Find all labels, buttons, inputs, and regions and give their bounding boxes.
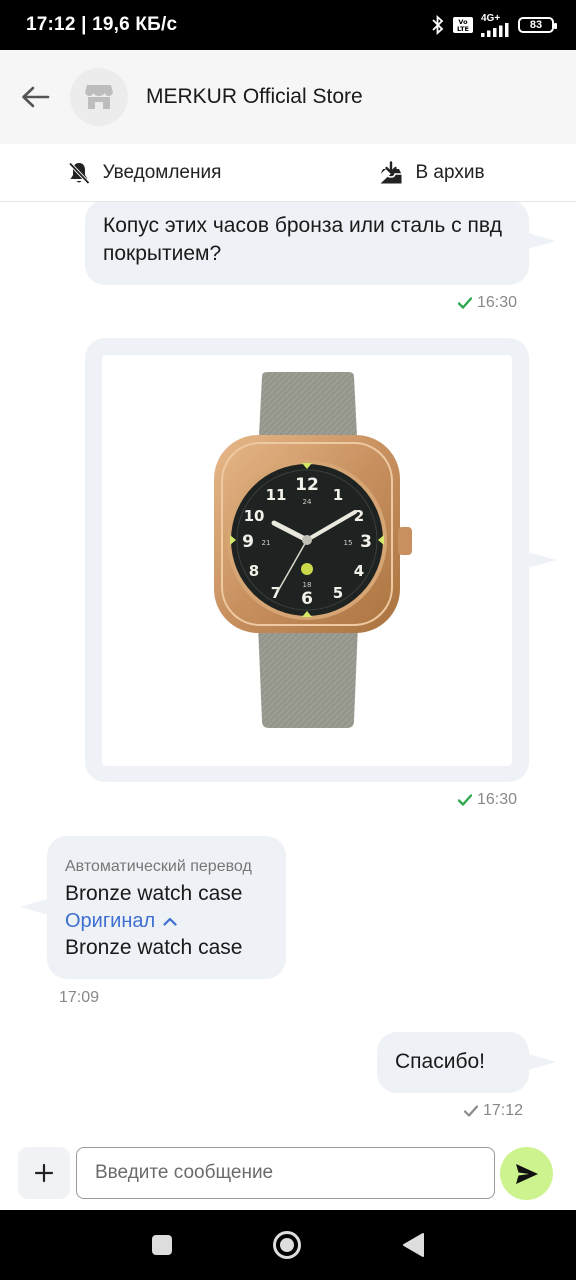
bubble-tail bbox=[528, 552, 556, 568]
recents-button[interactable] bbox=[147, 1230, 177, 1260]
svg-text:3: 3 bbox=[360, 532, 372, 552]
message-outgoing-text[interactable]: Копус этих часов бронза или сталь с пвд … bbox=[85, 202, 529, 285]
svg-text:12: 12 bbox=[295, 475, 319, 495]
auto-translation-label: Автоматический перевод bbox=[65, 858, 252, 875]
message-time: 16:30 bbox=[477, 791, 518, 808]
message-text: Копус этих часов бронза или сталь с пвд … bbox=[103, 214, 502, 265]
back-nav-button[interactable] bbox=[398, 1230, 428, 1260]
chat-actions: Уведомления В архив bbox=[0, 144, 576, 202]
message-time: 16:30 bbox=[477, 294, 518, 311]
svg-text:6: 6 bbox=[301, 589, 313, 609]
archive-icon bbox=[380, 160, 402, 183]
translated-text: Bronze watch case bbox=[65, 882, 243, 905]
check-sent-icon bbox=[464, 1105, 478, 1117]
message-time: 17:09 bbox=[59, 989, 100, 1006]
svg-text:10: 10 bbox=[244, 507, 265, 525]
message-meta: 17:12 bbox=[464, 1102, 523, 1120]
message-outgoing-image[interactable]: 12 6 3 9 1 2 4 5 7 8 10 11 24 18 15 21 bbox=[85, 338, 529, 782]
svg-text:11: 11 bbox=[266, 486, 287, 504]
bronze-watch-photo: 12 6 3 9 1 2 4 5 7 8 10 11 24 18 15 21 bbox=[214, 372, 412, 728]
archive-button[interactable]: В архив bbox=[288, 144, 576, 201]
status-bar: 17:12 | 19,6 КБ/с Vo LTE 4G+ 83 bbox=[0, 0, 576, 50]
bubble-tail bbox=[528, 233, 556, 249]
store-avatar[interactable] bbox=[70, 68, 128, 126]
back-button[interactable] bbox=[0, 50, 70, 144]
composer bbox=[0, 1140, 576, 1210]
svg-text:4: 4 bbox=[354, 562, 364, 580]
svg-text:8: 8 bbox=[249, 562, 259, 580]
home-button[interactable] bbox=[272, 1230, 302, 1260]
svg-text:LTE: LTE bbox=[457, 25, 469, 33]
svg-text:21: 21 bbox=[262, 539, 271, 547]
svg-text:24: 24 bbox=[303, 498, 312, 506]
battery-level: 83 bbox=[529, 19, 543, 31]
archive-label: В архив bbox=[415, 161, 485, 183]
system-nav-bar bbox=[0, 1210, 576, 1280]
bluetooth-icon bbox=[432, 15, 444, 35]
message-meta: 16:30 bbox=[458, 294, 517, 312]
message-outgoing-text[interactable]: Спасибо! bbox=[377, 1032, 529, 1093]
svg-text:5: 5 bbox=[333, 584, 343, 602]
message-meta: 17:09 bbox=[59, 989, 99, 1007]
store-name[interactable]: MERKUR Official Store bbox=[146, 85, 363, 109]
check-read-icon bbox=[458, 297, 472, 309]
notifications-label: Уведомления bbox=[102, 161, 222, 183]
svg-text:15: 15 bbox=[344, 539, 353, 547]
store-icon bbox=[85, 85, 113, 109]
notifications-button[interactable]: Уведомления bbox=[0, 144, 288, 201]
bubble-tail bbox=[20, 899, 48, 915]
message-incoming-translated[interactable]: Автоматический перевод Bronze watch case… bbox=[47, 836, 286, 979]
network-type: 4G+ bbox=[481, 12, 501, 24]
send-icon bbox=[515, 1163, 538, 1184]
original-link: Оригинал bbox=[65, 910, 156, 932]
status-time: 17:12 | 19,6 КБ/с bbox=[26, 14, 178, 35]
home-circle-icon bbox=[273, 1231, 301, 1259]
battery-indicator: 83 bbox=[518, 17, 557, 33]
chat-messages[interactable]: Копус этих часов бронза или сталь с пвд … bbox=[0, 202, 576, 1140]
square-icon bbox=[152, 1235, 172, 1255]
chat-header: MERKUR Official Store bbox=[0, 50, 576, 144]
check-read-icon bbox=[458, 794, 472, 806]
chevron-up-icon bbox=[163, 917, 177, 926]
original-text: Bronze watch case bbox=[65, 936, 243, 959]
svg-text:1: 1 bbox=[333, 486, 343, 504]
svg-text:18: 18 bbox=[303, 581, 312, 589]
watch-image[interactable]: 12 6 3 9 1 2 4 5 7 8 10 11 24 18 15 21 bbox=[102, 355, 512, 766]
status-icons: Vo LTE 4G+ 83 bbox=[431, 12, 557, 37]
attach-button[interactable] bbox=[18, 1147, 70, 1199]
message-text: Спасибо! bbox=[395, 1050, 485, 1073]
triangle-back-icon bbox=[403, 1233, 424, 1257]
svg-text:9: 9 bbox=[242, 532, 254, 552]
signal-group: 4G+ bbox=[481, 12, 511, 37]
message-time: 17:12 bbox=[483, 1102, 524, 1119]
plus-icon bbox=[34, 1163, 54, 1183]
send-button[interactable] bbox=[500, 1147, 553, 1200]
message-meta: 16:30 bbox=[458, 791, 517, 809]
message-input[interactable] bbox=[76, 1147, 495, 1199]
bell-off-icon bbox=[68, 161, 90, 184]
bubble-tail bbox=[528, 1054, 556, 1070]
signal-icon bbox=[481, 22, 509, 37]
arrow-left-icon bbox=[22, 86, 50, 108]
original-toggle[interactable]: Оригинал bbox=[65, 908, 268, 934]
volte-icon: VoLTE bbox=[453, 17, 473, 33]
svg-text:2: 2 bbox=[354, 507, 364, 525]
